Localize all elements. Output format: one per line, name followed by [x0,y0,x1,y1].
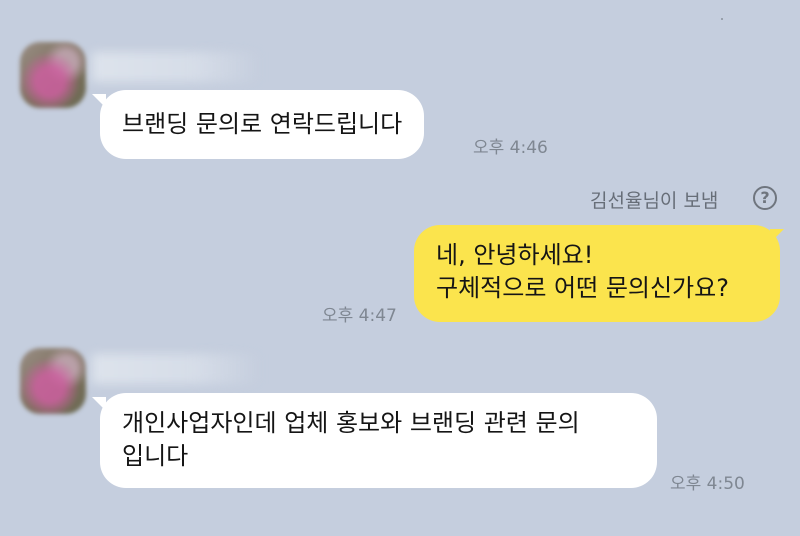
message-text-line: 입니다 [122,442,189,470]
message-timestamp: 오후 4:50 [670,474,745,494]
sender-note: 김선율님이 보냄 [590,190,719,212]
message-text-line: 개인사업자인데 업체 홍보와 브랜딩 관련 문의 [122,409,580,437]
sender-avatar[interactable] [20,42,86,108]
message-bubble-outgoing[interactable]: 네, 안녕하세요! 구체적으로 어떤 문의신가요? [414,225,780,322]
sender-name-blurred [92,52,262,82]
message-bubble-incoming[interactable]: 브랜딩 문의로 연락드립니다 [100,90,425,159]
question-circle-icon[interactable]: ? [753,186,777,210]
message-text-line: 구체적으로 어떤 문의신가요? [436,274,729,302]
message-text: 브랜딩 문의로 연락드립니다 [122,110,403,138]
status-dot [721,18,723,20]
message-timestamp: 오후 4:46 [473,138,548,158]
message-bubble-incoming[interactable]: 개인사업자인데 업체 홍보와 브랜딩 관련 문의 입니다 [100,393,657,488]
message-text-line: 네, 안녕하세요! [436,241,594,269]
sender-name-blurred [92,354,262,384]
message-timestamp: 오후 4:47 [322,306,397,326]
sender-avatar[interactable] [20,348,86,414]
